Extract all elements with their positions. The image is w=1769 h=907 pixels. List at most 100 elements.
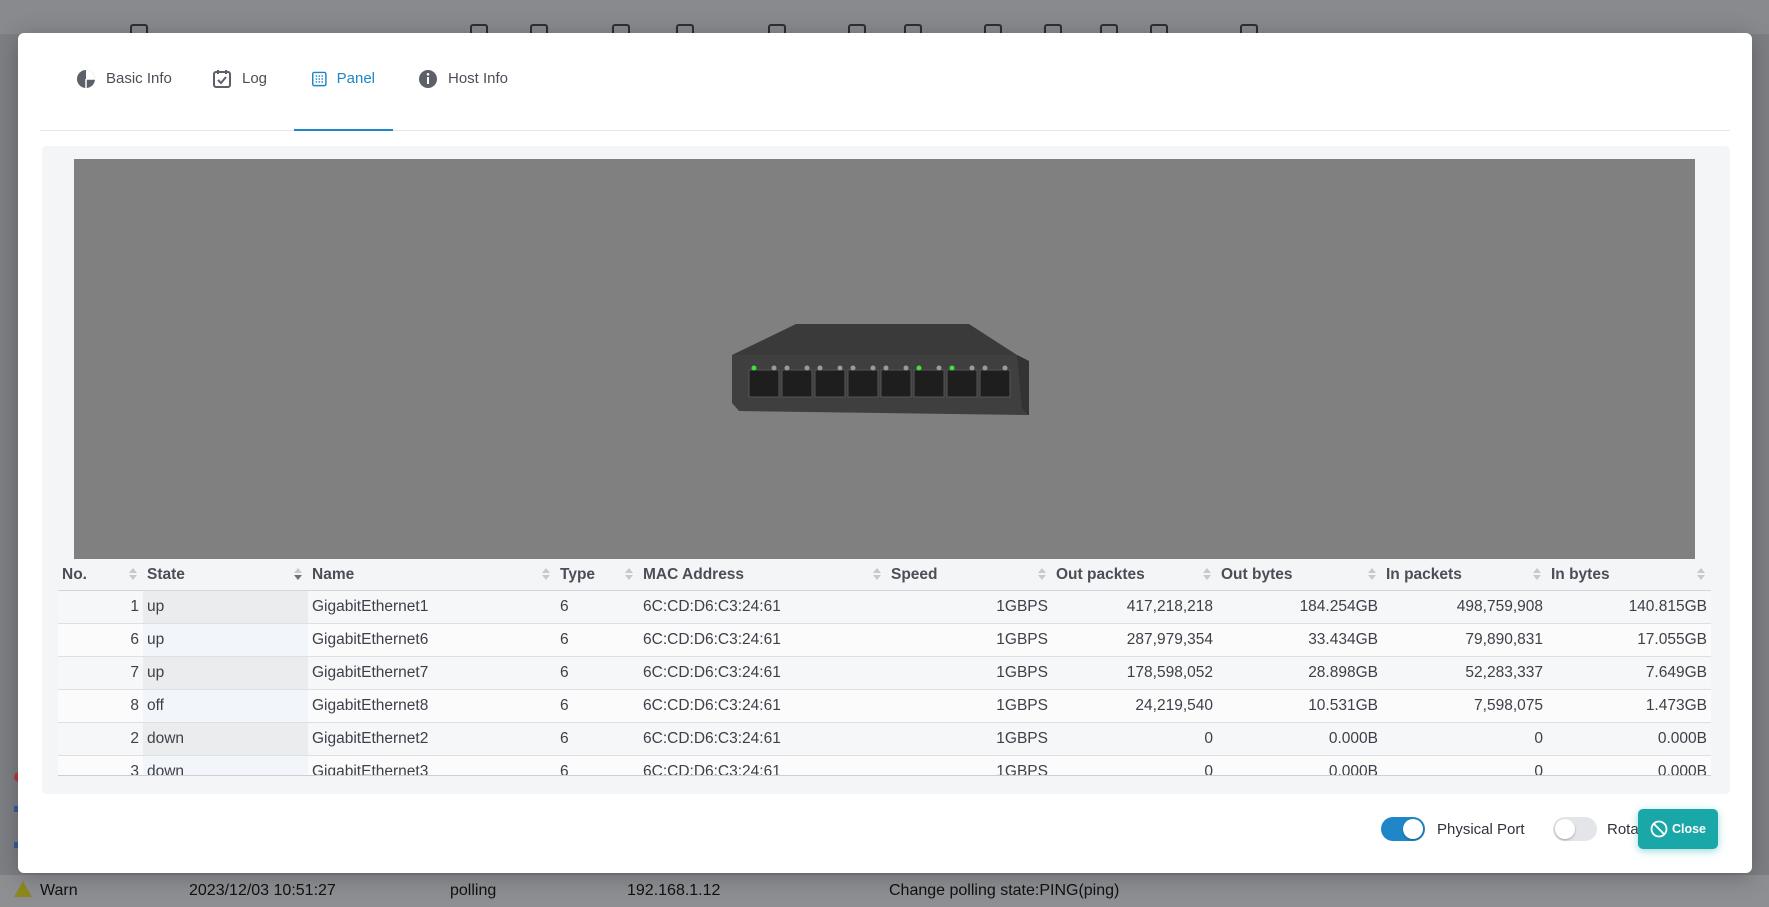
cell-type: 6 bbox=[556, 722, 639, 756]
port-led bbox=[850, 365, 856, 371]
port-led bbox=[969, 365, 975, 371]
cell-name: GigabitEthernet6 bbox=[308, 623, 556, 657]
calendar-check-icon bbox=[213, 70, 231, 88]
port-led-on bbox=[949, 365, 955, 371]
table-row[interactable]: 6 up GigabitEthernet6 6 6C:CD:D6:C3:24:6… bbox=[58, 623, 1711, 657]
info-icon bbox=[419, 70, 437, 88]
tab-label: Log bbox=[242, 70, 268, 87]
table-row[interactable]: 2 down GigabitEthernet2 6 6C:CD:D6:C3:24… bbox=[58, 722, 1711, 756]
port-1[interactable] bbox=[748, 369, 780, 398]
switch-device-render bbox=[732, 324, 1029, 415]
table-row[interactable]: 7 up GigabitEthernet7 6 6C:CD:D6:C3:24:6… bbox=[58, 656, 1711, 690]
cell-in-bytes: 7.649GB bbox=[1547, 656, 1711, 690]
port-3[interactable] bbox=[814, 369, 846, 398]
cell-out-bytes: 184.254GB bbox=[1217, 590, 1382, 624]
port-led bbox=[982, 365, 988, 371]
sort-icon bbox=[625, 568, 633, 580]
cell-out-bytes: 0.000B bbox=[1217, 755, 1382, 775]
port-2[interactable] bbox=[781, 369, 813, 398]
sort-icon bbox=[873, 568, 881, 580]
column-header-mac-address[interactable]: MAC Address bbox=[639, 560, 887, 591]
cell-state: down bbox=[143, 722, 308, 756]
column-header-in-packets[interactable]: In packets bbox=[1382, 560, 1547, 591]
sort-icon bbox=[1038, 568, 1046, 580]
tab-panel[interactable]: Panel bbox=[294, 69, 393, 131]
log-time: 2023/12/03 10:51:27 bbox=[189, 882, 336, 899]
cell-state: down bbox=[143, 755, 308, 775]
cell-in-bytes: 140.815GB bbox=[1547, 590, 1711, 624]
port-led bbox=[903, 365, 909, 371]
table-row[interactable]: 8 off GigabitEthernet8 6 6C:CD:D6:C3:24:… bbox=[58, 689, 1711, 723]
cell-state: up bbox=[143, 656, 308, 690]
port-5[interactable] bbox=[880, 369, 912, 398]
cell-in-bytes: 1.473GB bbox=[1547, 689, 1711, 723]
port-4[interactable] bbox=[847, 369, 879, 398]
sort-icon bbox=[1203, 568, 1211, 580]
sort-icon bbox=[1697, 568, 1705, 580]
port-6[interactable] bbox=[913, 369, 945, 398]
cell-no: 2 bbox=[58, 722, 143, 756]
background-left-strip bbox=[0, 720, 24, 870]
background-log-row: Warn 2023/12/03 10:51:27 polling 192.168… bbox=[0, 875, 1769, 907]
port-led bbox=[936, 365, 942, 371]
cell-in-packets: 0 bbox=[1382, 755, 1547, 775]
port-8[interactable] bbox=[979, 369, 1011, 398]
port-table-container[interactable]: No. State Name Type MAC Address Speed Ou… bbox=[58, 560, 1711, 776]
ban-icon bbox=[1650, 820, 1668, 838]
sort-icon bbox=[542, 568, 550, 580]
device-3d-viewer[interactable] bbox=[74, 159, 1695, 559]
column-header-type[interactable]: Type bbox=[556, 560, 639, 591]
column-header-out-bytes[interactable]: Out bytes bbox=[1217, 560, 1382, 591]
log-source: polling bbox=[450, 882, 497, 899]
column-header-in-bytes[interactable]: In bytes bbox=[1547, 560, 1711, 591]
column-header-out-packets[interactable]: Out packtes bbox=[1052, 560, 1217, 591]
physical-port-label: Physical Port bbox=[1437, 821, 1525, 838]
rotate-toggle[interactable] bbox=[1553, 817, 1597, 841]
cell-in-packets: 498,759,908 bbox=[1382, 590, 1547, 624]
close-label: Close bbox=[1671, 822, 1707, 836]
device-detail-modal: Basic Info Log Panel Host Info No. State… bbox=[18, 33, 1752, 873]
tab-label: Host Info bbox=[448, 70, 509, 87]
port-led bbox=[883, 365, 889, 371]
cell-state: up bbox=[143, 590, 308, 624]
cell-name: GigabitEthernet2 bbox=[308, 722, 556, 756]
sort-desc-icon bbox=[294, 568, 302, 580]
cell-speed: 1GBPS bbox=[887, 590, 1052, 624]
cell-speed: 1GBPS bbox=[887, 722, 1052, 756]
cell-state: off bbox=[143, 689, 308, 723]
tab-host-info[interactable]: Host Info bbox=[400, 69, 526, 131]
cell-type: 6 bbox=[556, 623, 639, 657]
toggle-knob bbox=[1403, 819, 1423, 839]
cell-out-packets: 24,219,540 bbox=[1052, 689, 1217, 723]
tab-label: Panel bbox=[336, 70, 375, 87]
cell-type: 6 bbox=[556, 656, 639, 690]
cell-out-packets: 0 bbox=[1052, 722, 1217, 756]
port-7[interactable] bbox=[946, 369, 978, 398]
physical-port-toggle[interactable] bbox=[1381, 817, 1425, 841]
cell-type: 6 bbox=[556, 689, 639, 723]
grid-icon bbox=[312, 71, 327, 87]
sort-icon bbox=[1533, 568, 1541, 580]
tab-basic-info[interactable]: Basic Info bbox=[58, 69, 190, 131]
cell-in-bytes: 17.055GB bbox=[1547, 623, 1711, 657]
sort-icon bbox=[129, 568, 137, 580]
cell-out-bytes: 33.434GB bbox=[1217, 623, 1382, 657]
column-header-name[interactable]: Name bbox=[308, 560, 556, 591]
panel-content: No. State Name Type MAC Address Speed Ou… bbox=[42, 146, 1730, 794]
cell-name: GigabitEthernet1 bbox=[308, 590, 556, 624]
cell-name: GigabitEthernet8 bbox=[308, 689, 556, 723]
cell-mac-address: 6C:CD:D6:C3:24:61 bbox=[639, 755, 887, 775]
table-row[interactable]: 1 up GigabitEthernet1 6 6C:CD:D6:C3:24:6… bbox=[58, 590, 1711, 624]
table-row[interactable]: 3 down GigabitEthernet3 6 6C:CD:D6:C3:24… bbox=[58, 755, 1711, 775]
column-header-no[interactable]: No. bbox=[58, 560, 143, 591]
cell-out-bytes: 28.898GB bbox=[1217, 656, 1382, 690]
cell-no: 3 bbox=[58, 755, 143, 775]
log-level: Warn bbox=[40, 882, 78, 899]
close-button[interactable]: Close bbox=[1638, 809, 1718, 849]
column-header-state[interactable]: State bbox=[143, 560, 308, 591]
column-header-speed[interactable]: Speed bbox=[887, 560, 1052, 591]
cell-no: 6 bbox=[58, 623, 143, 657]
cell-speed: 1GBPS bbox=[887, 689, 1052, 723]
tab-log[interactable]: Log bbox=[194, 69, 285, 131]
tab-label: Basic Info bbox=[106, 70, 172, 87]
